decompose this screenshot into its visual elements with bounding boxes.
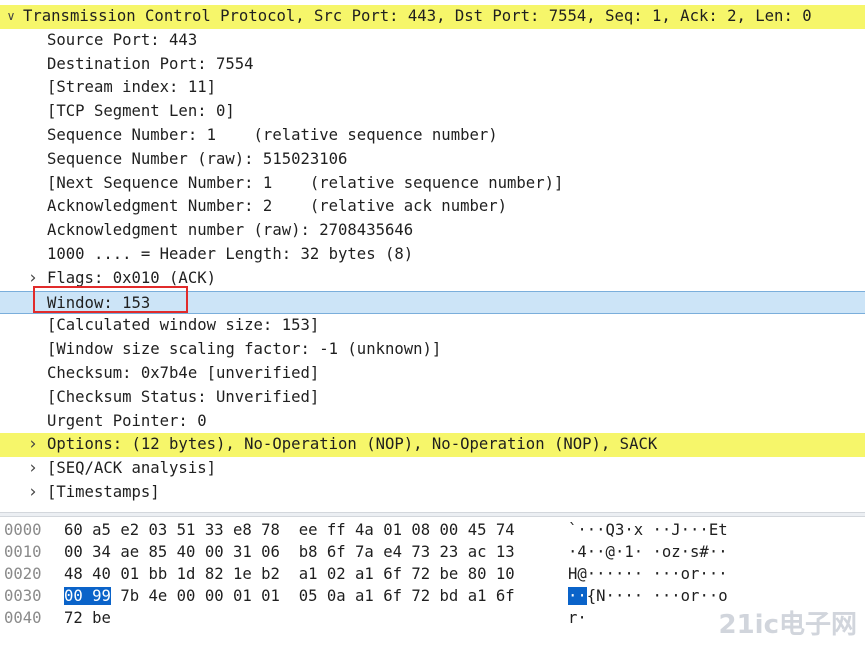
tree-row-label: Sequence Number (raw): 515023106 xyxy=(47,149,348,168)
hex-row: 0020 48 40 01 bb 1d 82 1e b2 a1 02 a1 6f … xyxy=(0,563,865,585)
tree-row[interactable]: Window: 153 xyxy=(0,290,865,315)
tree-row-label: Sequence Number: 1 (relative sequence nu… xyxy=(47,125,498,144)
hex-ascii[interactable]: H@······ ···or··· xyxy=(568,563,728,585)
tree-row-label: [TCP Segment Len: 0] xyxy=(47,102,235,121)
hex-offset: 0000 xyxy=(4,521,42,539)
tree-row[interactable]: [TCP Segment Len: 0] xyxy=(0,100,865,124)
chevron-down-icon[interactable]: ∨ xyxy=(4,5,18,29)
tree-row-label: [Stream index: 11] xyxy=(47,78,216,97)
tree-row-label: Acknowledgment number (raw): 2708435646 xyxy=(47,221,414,240)
hex-offset: 0020 xyxy=(4,565,42,583)
tree-row-label: Destination Port: 7554 xyxy=(47,54,254,73)
pane-splitter[interactable] xyxy=(0,512,865,517)
tree-row-label: Transmission Control Protocol, Src Port:… xyxy=(23,7,812,25)
hex-ascii-text: H@······ ···or··· xyxy=(568,565,728,583)
tree-row[interactable]: Sequence Number: 1 (relative sequence nu… xyxy=(0,124,865,148)
watermark-logo: 21ic电子网 xyxy=(718,610,857,640)
hex-row: 0010 00 34 ae 85 40 00 31 06 b8 6f 7a e4 … xyxy=(0,541,865,563)
tree-row-label: [Checksum Status: Unverified] xyxy=(47,387,320,406)
tree-row-label: Options: (12 bytes), No-Operation (NOP),… xyxy=(47,435,658,454)
tree-row[interactable]: [Checksum Status: Unverified] xyxy=(0,386,865,410)
hex-ascii-text: `···Q3·x ··J···Et xyxy=(568,521,728,539)
tree-row[interactable]: 1000 .... = Header Length: 32 bytes (8) xyxy=(0,243,865,267)
tree-row[interactable]: [Calculated window size: 153] xyxy=(0,314,865,338)
tree-row-label: [SEQ/ACK analysis] xyxy=(47,459,216,478)
hex-ascii[interactable]: ·4··@·1· ·oz·s#·· xyxy=(568,541,728,563)
chevron-right-icon[interactable]: › xyxy=(26,267,40,291)
tree-row-label: [Window size scaling factor: -1 (unknown… xyxy=(47,340,442,359)
tree-row[interactable]: › Options: (12 bytes), No-Operation (NOP)… xyxy=(0,433,865,458)
tree-row-label: Urgent Pointer: 0 xyxy=(47,411,207,430)
tree-row[interactable]: Source Port: 443 xyxy=(0,29,865,53)
tree-row[interactable]: › Flags: 0x010 (ACK) xyxy=(0,267,865,291)
tree-row[interactable]: Urgent Pointer: 0 xyxy=(0,410,865,434)
tree-row[interactable]: Acknowledgment number (raw): 2708435646 xyxy=(0,219,865,243)
chevron-right-icon[interactable]: › xyxy=(26,481,40,505)
hex-bytes-text: 72 be xyxy=(64,609,111,627)
hex-bytes-text: 60 a5 e2 03 51 33 e8 78 ee ff 4a 01 08 0… xyxy=(64,521,515,539)
chevron-right-icon[interactable]: › xyxy=(26,433,40,457)
hex-bytes-selected[interactable]: 00 99 xyxy=(64,587,111,605)
hex-bytes[interactable]: 48 40 01 bb 1d 82 1e b2 a1 02 a1 6f 72 b… xyxy=(64,563,515,585)
chevron-right-icon[interactable]: › xyxy=(26,457,40,481)
tree-row-label: Flags: 0x010 (ACK) xyxy=(47,268,216,287)
tree-row-label: [Timestamps] xyxy=(47,482,160,501)
hex-bytes[interactable]: 60 a5 e2 03 51 33 e8 78 ee ff 4a 01 08 0… xyxy=(64,519,515,541)
tree-row[interactable]: Checksum: 0x7b4e [unverified] xyxy=(0,362,865,386)
tree-row[interactable]: [Stream index: 11] xyxy=(0,76,865,100)
hex-ascii-text: {N···· ···or··o xyxy=(586,587,728,605)
hex-ascii[interactable]: ··{N···· ···or··o xyxy=(568,585,728,607)
hex-offset: 0010 xyxy=(4,543,42,561)
tree-row-label: Checksum: 0x7b4e [unverified] xyxy=(47,363,320,382)
hex-offset: 0040 xyxy=(4,609,42,627)
hex-bytes-text: 48 40 01 bb 1d 82 1e b2 a1 02 a1 6f 72 b… xyxy=(64,565,515,583)
hex-ascii-text: r· xyxy=(568,609,587,627)
tree-row-label: Window: 153 xyxy=(47,293,151,312)
tree-row-label: 1000 .... = Header Length: 32 bytes (8) xyxy=(47,244,414,263)
hex-bytes[interactable]: 72 be xyxy=(64,607,111,629)
hex-ascii[interactable]: r· xyxy=(568,607,587,629)
tree-row[interactable]: Acknowledgment Number: 2 (relative ack n… xyxy=(0,195,865,219)
tree-row[interactable]: ∨ Transmission Control Protocol, Src Port… xyxy=(0,5,865,29)
tree-row[interactable]: Destination Port: 7554 xyxy=(0,53,865,77)
hex-ascii-selected[interactable]: ·· xyxy=(568,587,587,605)
tree-row[interactable]: Sequence Number (raw): 515023106 xyxy=(0,148,865,172)
hex-bytes-text: 7b 4e 00 00 01 01 05 0a a1 6f 72 bd a1 6… xyxy=(110,587,515,605)
tree-row-label: [Calculated window size: 153] xyxy=(47,316,320,335)
tree-row[interactable]: › [Timestamps] xyxy=(0,481,865,505)
tree-row[interactable]: › [SEQ/ACK analysis] xyxy=(0,457,865,481)
hex-offset: 0030 xyxy=(4,587,42,605)
hex-row: 0000 60 a5 e2 03 51 33 e8 78 ee ff 4a 01 … xyxy=(0,519,865,541)
tree-row-label: Source Port: 443 xyxy=(47,30,198,49)
tree-row[interactable]: [Next Sequence Number: 1 (relative seque… xyxy=(0,172,865,196)
hex-ascii-text: ·4··@·1· ·oz·s#·· xyxy=(568,543,728,561)
tree-row-label: [Next Sequence Number: 1 (relative seque… xyxy=(47,173,564,192)
hex-ascii[interactable]: `···Q3·x ··J···Et xyxy=(568,519,728,541)
hex-bytes[interactable]: 00 34 ae 85 40 00 31 06 b8 6f 7a e4 73 2… xyxy=(64,541,515,563)
hex-bytes[interactable]: 00 99 7b 4e 00 00 01 01 05 0a a1 6f 72 b… xyxy=(64,585,515,607)
packet-details-tree: ∨ Transmission Control Protocol, Src Port… xyxy=(0,5,865,505)
hex-bytes-text: 00 34 ae 85 40 00 31 06 b8 6f 7a e4 73 2… xyxy=(64,543,515,561)
tree-row[interactable]: [Window size scaling factor: -1 (unknown… xyxy=(0,338,865,362)
tree-row-label: Acknowledgment Number: 2 (relative ack n… xyxy=(47,197,508,216)
